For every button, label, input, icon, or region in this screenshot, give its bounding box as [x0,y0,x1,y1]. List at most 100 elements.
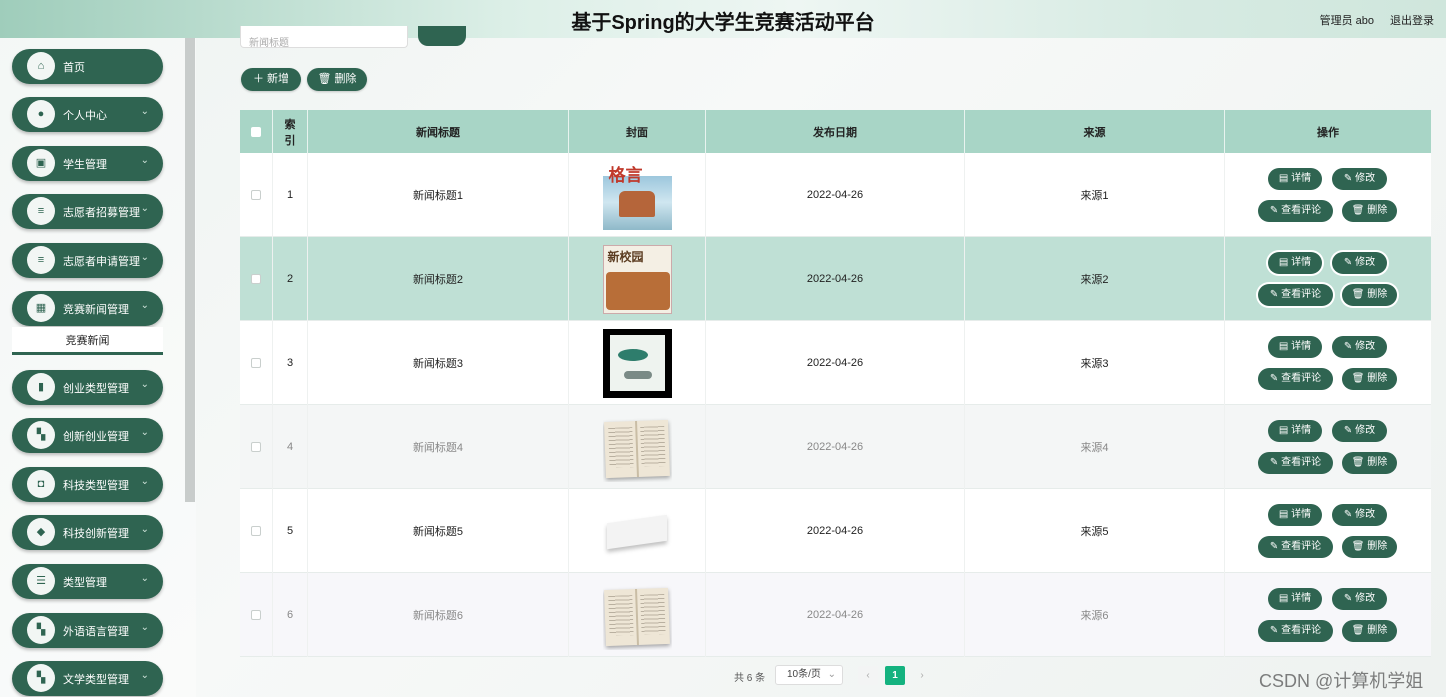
row-checkbox[interactable] [240,573,273,657]
building-icon: ▦ [27,294,55,322]
row-source: 来源3 [965,321,1225,405]
row-delete-button[interactable]: 🗑 删除 [1342,200,1397,222]
chevron-down-icon: ⌄ [140,106,149,117]
sidebar-item-9[interactable]: ◆ 科技创新管理 ⌄ [12,515,163,550]
top-header: 基于Spring的大学生竞赛活动平台 管理员 abo 退出登录 [0,0,1446,38]
row-actions: ▤ 详情 ✎ 修改 ✎ 查看评论 🗑 删除 [1225,489,1431,573]
header-date: 发布日期 [706,110,965,153]
table-row: 1 新闻标题1 格言 2022-04-26 来源1 ▤ 详情 ✎ 修改 ✎ 查看评论 🗑 删除 [240,153,1431,237]
edit-button[interactable]: ✎ 修改 [1332,588,1387,610]
next-page-button[interactable]: › [912,666,932,685]
chevron-down-icon: ⌄ [140,155,149,166]
row-actions: ▤ 详情 ✎ 修改 ✎ 查看评论 🗑 删除 [1225,573,1431,657]
current-user: 管理员 abo [1319,15,1374,27]
search-input[interactable]: 新闻标题 [240,26,408,49]
sidebar-item-5[interactable]: ▦ 竞赛新闻管理 ⌄ [12,291,163,326]
table-row: 4 新闻标题4 2022-04-26 来源4 ▤ 详情 ✎ 修改 ✎ 查看评论 🗑 删除 [240,405,1431,489]
row-delete-button[interactable]: 🗑 删除 [1342,452,1397,474]
cover-image [603,413,672,482]
pin-icon: ◆ [27,518,55,546]
page-size-select[interactable]: 10条/页 ⌄ [775,665,843,685]
row-delete-button[interactable]: 🗑 删除 [1342,284,1397,306]
row-index: 6 [273,573,308,657]
sidebar-item-3[interactable]: ≡ 志愿者招募管理 ⌄ [12,194,163,229]
row-title: 新闻标题2 [308,237,569,321]
row-checkbox[interactable] [240,321,273,405]
row-title: 新闻标题4 [308,405,569,489]
page-1-button[interactable]: 1 [885,666,905,685]
edit-button[interactable]: ✎ 修改 [1332,336,1387,358]
sidebar-item-label: 外语语言管理 [63,626,129,638]
submenu-item-news[interactable]: 竞赛新闻 [12,327,163,355]
cover-image: 新校园 [602,244,672,314]
prev-page-button[interactable]: ‹ [858,666,878,685]
add-button[interactable]: ＋ 新增 [241,68,301,91]
row-checkbox[interactable] [240,405,273,489]
select-all-checkbox[interactable] [240,110,273,153]
chevron-down-icon: ⌄ [140,622,149,633]
sidebar-item-11[interactable]: ▚ 外语语言管理 ⌄ [12,613,163,648]
sidebar-item-label: 学生管理 [63,159,107,171]
edit-button[interactable]: ✎ 修改 [1332,252,1387,274]
row-date: 2022-04-26 [706,573,965,657]
view-comments-button[interactable]: ✎ 查看评论 [1258,368,1333,390]
cup-icon: ◘ [27,470,55,498]
search-button[interactable] [418,26,466,46]
sidebar-scrollbar[interactable] [185,38,195,502]
sidebar-item-0[interactable]: ⌂ 首页 [12,49,163,84]
cover-image [603,581,672,650]
table-row: 2 新闻标题2 新校园 2022-04-26 来源2 ▤ 详情 ✎ 修改 ✎ 查看评论 🗑 删除 [240,237,1431,321]
view-comments-button[interactable]: ✎ 查看评论 [1258,452,1333,474]
sidebar-item-label: 首页 [63,62,85,74]
row-cover: 格言 [569,153,706,237]
sidebar-item-4[interactable]: ≡ 志愿者申请管理 ⌄ [12,243,163,278]
row-cover [569,573,706,657]
row-actions: ▤ 详情 ✎ 修改 ✎ 查看评论 🗑 删除 [1225,321,1431,405]
detail-button[interactable]: ▤ 详情 [1268,252,1322,274]
edit-button[interactable]: ✎ 修改 [1332,504,1387,526]
row-delete-button[interactable]: 🗑 删除 [1342,620,1397,642]
bulk-delete-button[interactable]: 🗑 删除 [307,68,367,91]
row-checkbox[interactable] [240,237,273,321]
row-source: 来源5 [965,489,1225,573]
detail-button[interactable]: ▤ 详情 [1268,168,1322,190]
detail-button[interactable]: ▤ 详情 [1268,420,1322,442]
chevron-down-icon: ⌄ [140,379,149,390]
table-header: 索引 新闻标题 封面 发布日期 来源 操作 [240,110,1431,153]
sidebar-item-8[interactable]: ◘ 科技类型管理 ⌄ [12,467,163,502]
sidebar-item-10[interactable]: ☰ 类型管理 ⌄ [12,564,163,599]
chevron-down-icon: ⌄ [140,300,149,311]
sidebar-item-label: 个人中心 [63,110,107,122]
row-checkbox[interactable] [240,153,273,237]
home-icon: ⌂ [27,52,55,80]
sidebar-item-7[interactable]: ▚ 创新创业管理 ⌄ [12,418,163,453]
row-date: 2022-04-26 [706,321,965,405]
view-comments-button[interactable]: ✎ 查看评论 [1258,284,1333,306]
view-comments-button[interactable]: ✎ 查看评论 [1258,200,1333,222]
detail-button[interactable]: ▤ 详情 [1268,504,1322,526]
row-cover [569,405,706,489]
logout-link[interactable]: 退出登录 [1390,12,1434,28]
chevron-down-icon: ⌄ [140,476,149,487]
sidebar-item-label: 竞赛新闻管理 [63,304,129,316]
row-title: 新闻标题5 [308,489,569,573]
sidebar-item-label: 志愿者申请管理 [63,256,140,268]
edit-button[interactable]: ✎ 修改 [1332,168,1387,190]
row-checkbox[interactable] [240,489,273,573]
detail-button[interactable]: ▤ 详情 [1268,588,1322,610]
row-source: 来源6 [965,573,1225,657]
view-comments-button[interactable]: ✎ 查看评论 [1258,536,1333,558]
person-icon: ● [27,100,55,128]
sidebar-item-2[interactable]: ▣ 学生管理 ⌄ [12,146,163,181]
detail-button[interactable]: ▤ 详情 [1268,336,1322,358]
app-title: 基于Spring的大学生竞赛活动平台 [571,12,875,34]
sidebar-item-6[interactable]: ▮ 创业类型管理 ⌄ [12,370,163,405]
row-delete-button[interactable]: 🗑 删除 [1342,368,1397,390]
sidebar-item-1[interactable]: ● 个人中心 ⌄ [12,97,163,132]
view-comments-button[interactable]: ✎ 查看评论 [1258,620,1333,642]
chevron-down-icon: ⌄ [140,427,149,438]
row-delete-button[interactable]: 🗑 删除 [1342,536,1397,558]
row-cover: 新校园 [569,237,706,321]
edit-button[interactable]: ✎ 修改 [1332,420,1387,442]
sidebar-item-12[interactable]: ▚ 文学类型管理 ⌄ [12,661,163,696]
